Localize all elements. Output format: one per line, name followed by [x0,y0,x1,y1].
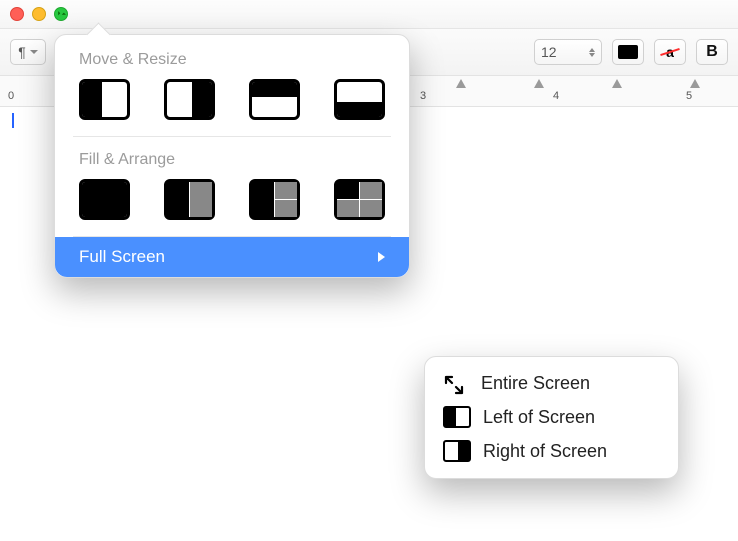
fullscreen-label: Full Screen [79,247,165,267]
tab-stop-icon[interactable] [690,79,700,88]
titlebar [0,0,738,29]
font-size-value: 12 [541,44,557,60]
ruler-number: 5 [686,90,692,102]
tab-stop-icon[interactable] [456,79,466,88]
tile-fill[interactable] [79,179,130,220]
tile-left-fill[interactable] [164,179,215,220]
section-label-move: Move & Resize [55,49,409,79]
font-size-stepper[interactable]: 12 [534,39,602,65]
right-half-icon [443,440,471,462]
tile-three[interactable] [249,179,300,220]
tile-top-half[interactable] [249,79,300,120]
expand-arrows-icon [443,374,469,394]
tab-stop-icon[interactable] [612,79,622,88]
fullscreen-submenu: Entire Screen Left of Screen Right of Sc… [424,356,679,479]
move-resize-row [55,79,409,136]
bold-button[interactable]: B [696,39,728,65]
clear-formatting-button[interactable]: a [654,39,686,65]
ruler-number: 4 [553,90,559,102]
tile-bottom-half[interactable] [334,79,385,120]
submenu-label: Left of Screen [483,407,595,428]
submenu-label: Entire Screen [481,373,590,394]
left-half-icon [443,406,471,428]
close-button[interactable] [10,7,24,21]
tile-left-half[interactable] [79,79,130,120]
window: ¶ 12 a B 0 3 4 5 Move & Resize [0,0,738,538]
fill-arrange-row [55,179,409,236]
submenu-entire-screen[interactable]: Entire Screen [425,367,678,400]
ruler-number: 0 [8,90,14,102]
ruler-number: 3 [420,90,426,102]
tile-right-half[interactable] [164,79,215,120]
tile-quad[interactable] [334,179,385,220]
submenu-label: Right of Screen [483,441,607,462]
section-label-fill: Fill & Arrange [55,149,409,179]
submenu-left-of-screen[interactable]: Left of Screen [425,400,678,434]
text-cursor [12,113,14,128]
zoom-button[interactable] [54,7,68,21]
minimize-button[interactable] [32,7,46,21]
window-tile-popover: Move & Resize Fill & Arrange Full Screen [54,34,410,278]
chevron-right-icon [378,252,385,262]
submenu-right-of-screen[interactable]: Right of Screen [425,434,678,468]
text-color-swatch[interactable] [612,39,644,65]
fullscreen-menu-item[interactable]: Full Screen [55,237,409,277]
paragraph-style-dropdown[interactable]: ¶ [10,39,46,65]
tab-stop-icon[interactable] [534,79,544,88]
